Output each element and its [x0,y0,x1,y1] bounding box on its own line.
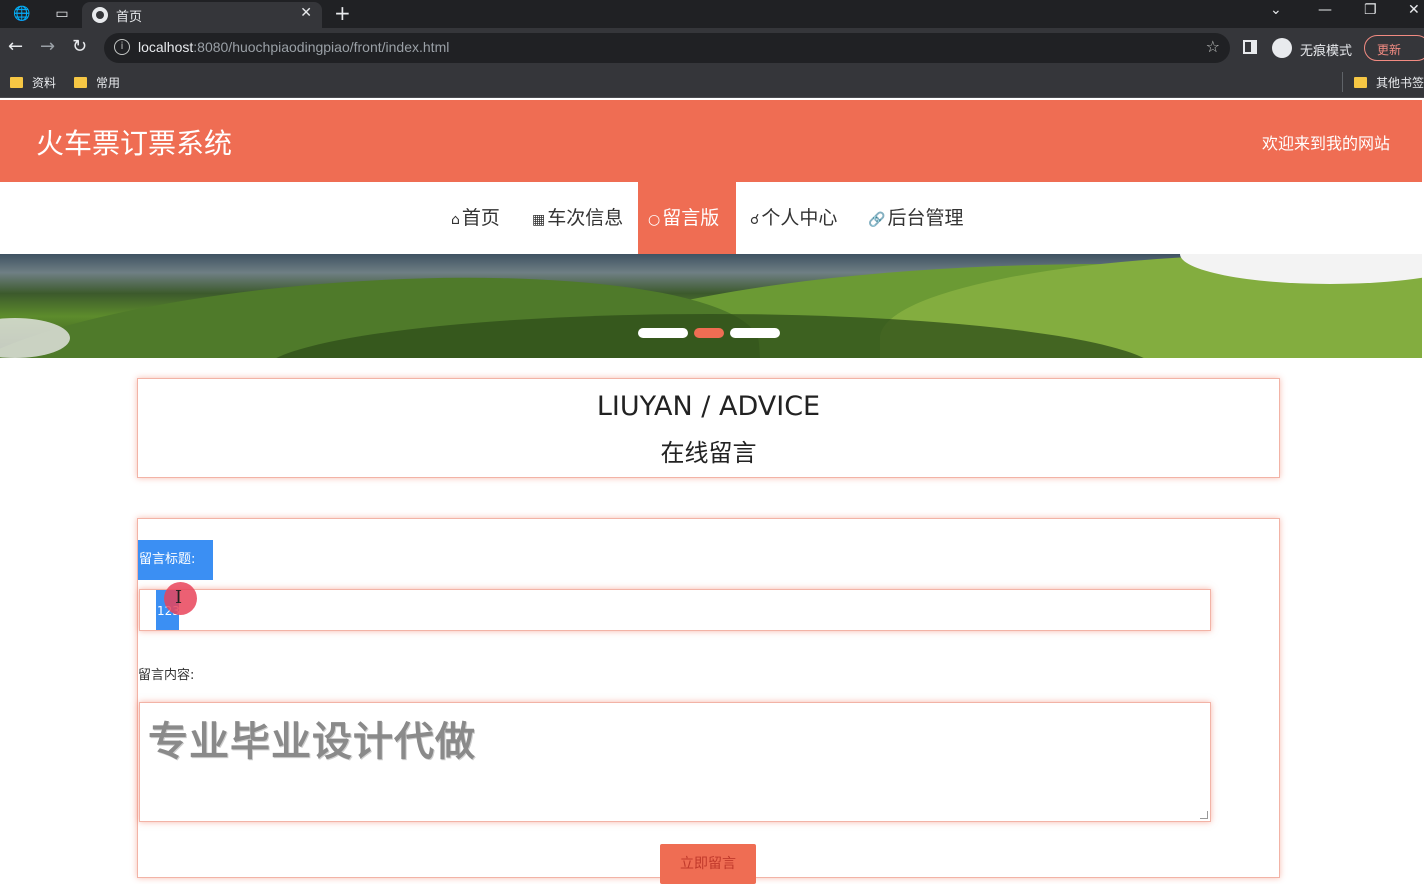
browser-tab-bar: 🌐 ▭ 首页 ✕ + ⌄ — ❐ ✕ [0,0,1424,28]
bookmark-folder[interactable]: 常用 [74,74,120,92]
welcome-text: 欢迎来到我的网站 [1261,134,1390,153]
submit-button[interactable]: 立即留言 [660,844,756,884]
browser-toolbar: ← → ↻ i localhost:8080/huochpiaodingpiao… [0,28,1424,68]
close-tab-icon[interactable]: ✕ [300,5,312,21]
bookmark-folder[interactable]: 资料 [10,74,56,92]
folder-icon [1354,77,1367,88]
carousel-dot[interactable] [730,328,780,338]
site-title: 火车票订票系统 [36,127,233,160]
main-nav: ⌂ 首页 ▦ 车次信息 ○ 留言版 ☌ 个人中心 🔗 后台管理 [0,182,1422,254]
browser-menu-icon[interactable]: 🌐 [12,4,32,24]
nav-item-admin[interactable]: 🔗 后台管理 [858,182,973,254]
side-panel-icon[interactable] [1243,40,1257,54]
resize-handle[interactable] [1200,811,1208,819]
banner-carousel [0,254,1422,358]
bookmarks-divider [1342,72,1343,92]
address-bar[interactable]: i localhost:8080/huochpiaodingpiao/front… [104,33,1230,63]
browser-tab[interactable]: 首页 ✕ [82,2,322,28]
new-tab-icon[interactable]: + [334,1,351,25]
reload-icon[interactable]: ↻ [72,36,87,57]
tab-search-icon[interactable]: ▭ [52,4,72,24]
incognito-label: 无痕模式 [1300,44,1353,59]
back-arrow-icon[interactable]: ← [8,36,23,57]
carousel-dot[interactable] [638,328,688,338]
watermark-text: 专业毕业设计代做 [148,719,476,765]
section-title-en: LIUYAN / ADVICE [596,391,821,422]
incognito-icon [1272,38,1292,58]
section-title-box: LIUYAN / ADVICE 在线留言 [137,378,1280,478]
section-title-cn: 在线留言 [660,439,757,467]
nav-item-user-center[interactable]: ☌ 个人中心 [740,182,847,254]
site-header: 火车票订票系统 欢迎来到我的网站 [0,100,1422,182]
update-button[interactable]: 更新 [1364,35,1424,61]
window-close-icon[interactable]: ✕ [1408,2,1420,18]
message-form: 留言标题: 123 留言内容: 专业毕业设计代做 立即留言 [137,518,1280,884]
content-label: 留言内容: [138,668,195,683]
site-info-icon[interactable]: i [114,39,130,55]
folder-icon [74,77,87,88]
forward-arrow-icon[interactable]: → [40,36,55,57]
globe-icon [92,7,108,23]
minimize-icon[interactable]: — [1318,2,1332,18]
nav-item-message-board[interactable]: ○ 留言版 [638,182,736,254]
folder-icon [10,77,23,88]
bookmark-star-icon[interactable]: ☆ [1206,37,1220,56]
circle-icon: ○ [648,212,661,228]
text-cursor-icon: I [175,587,183,608]
title-label: 留言标题: [138,540,213,580]
nav-item-train-info[interactable]: ▦ 车次信息 [522,182,633,254]
carousel-dot-active[interactable] [694,328,724,338]
tab-title: 首页 [116,9,143,24]
restore-icon[interactable]: ❐ [1364,2,1377,18]
bookmarks-bar: 资料 常用 其他书签 [0,68,1424,98]
tab-list-chevron-icon[interactable]: ⌄ [1270,2,1282,18]
other-bookmarks-folder[interactable]: 其他书签 [1354,74,1424,92]
home-icon: ⌂ [451,212,460,228]
train-icon: ▦ [532,212,546,228]
nav-item-home[interactable]: ⌂ 首页 [441,182,510,254]
url-text: localhost:8080/huochpiaodingpiao/front/i… [138,39,450,55]
title-input[interactable]: 123 [139,589,1211,631]
content-textarea[interactable]: 专业毕业设计代做 [139,702,1211,822]
link-icon: 🔗 [868,212,886,228]
user-icon: ☌ [750,212,760,228]
